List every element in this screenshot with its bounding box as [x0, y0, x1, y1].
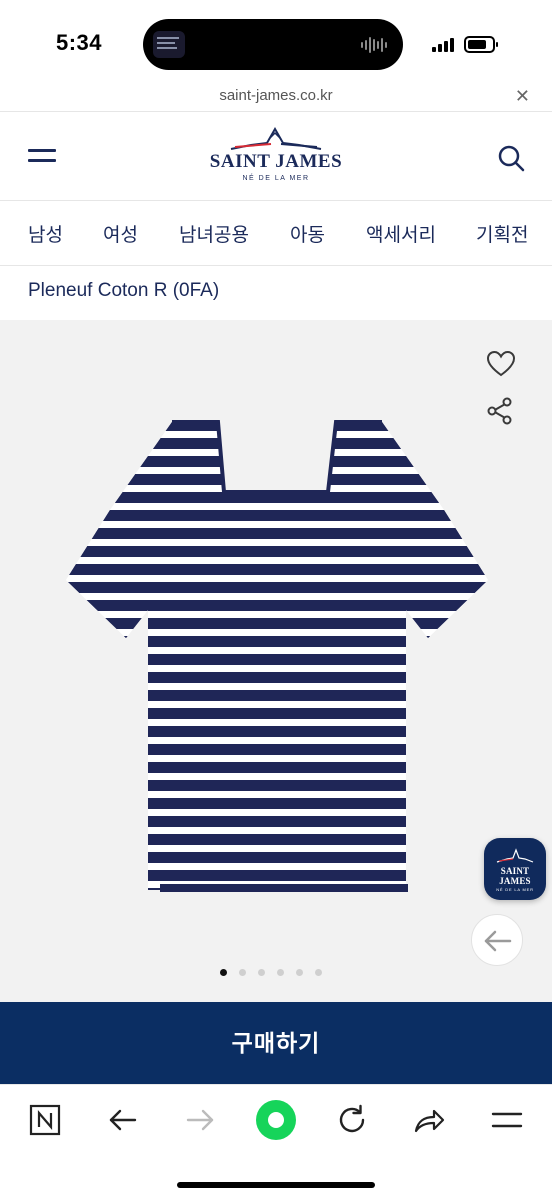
close-icon[interactable]: ✕ — [515, 86, 530, 107]
logo-mountain-icon — [496, 848, 534, 863]
browser-url-bar[interactable]: saint-james.co.kr ✕ — [0, 84, 552, 112]
site-header: SAINT JAMES NÉ DE LA MER — [0, 113, 552, 201]
product-title: Pleneuf Coton R (0FA) — [28, 280, 220, 301]
category-exhibitions[interactable]: 기획전 — [476, 220, 528, 247]
home-indicator[interactable] — [177, 1182, 375, 1188]
category-unisex[interactable]: 남녀공용 — [179, 220, 249, 247]
dynamic-island — [143, 19, 403, 70]
floating-back-button[interactable] — [471, 914, 523, 966]
status-time: 5:34 — [56, 30, 103, 55]
buy-button[interactable]: 구매하기 — [0, 1002, 552, 1084]
hamburger-menu-icon[interactable] — [28, 147, 56, 165]
arrow-left-icon — [484, 930, 512, 952]
gallery-dot[interactable] — [296, 969, 303, 976]
now-playing-thumbnail-icon — [153, 31, 185, 58]
saint-james-logo[interactable]: SAINT JAMES NÉ DE LA MER — [206, 123, 346, 193]
floating-logo-tagline: NÉ DE LA MER — [496, 887, 534, 892]
gallery-dot[interactable] — [277, 969, 284, 976]
gallery-dot[interactable] — [258, 969, 265, 976]
battery-icon — [464, 36, 498, 53]
category-kids[interactable]: 아동 — [290, 220, 325, 247]
share-arrow-icon[interactable] — [412, 1103, 446, 1137]
naver-n-icon[interactable] — [28, 1103, 62, 1137]
category-women[interactable]: 여성 — [103, 220, 138, 247]
category-men[interactable]: 남성 — [28, 220, 63, 247]
striped-tshirt-image — [66, 420, 488, 892]
floating-brand-button[interactable]: SAINT JAMES NÉ DE LA MER — [484, 838, 546, 900]
floating-logo-name: SAINT JAMES — [499, 866, 531, 886]
status-bar: 5:34 — [0, 0, 552, 84]
heart-icon[interactable] — [486, 350, 516, 378]
gallery-dot[interactable] — [315, 969, 322, 976]
logo-name: SAINT JAMES — [209, 151, 343, 172]
search-icon[interactable] — [496, 143, 526, 173]
gallery-dot[interactable] — [220, 969, 227, 976]
menu-icon[interactable] — [490, 1103, 524, 1137]
gallery-dot[interactable] — [239, 969, 246, 976]
cellular-signal-icon — [432, 38, 454, 52]
green-record-icon[interactable] — [255, 1099, 297, 1141]
url-text[interactable]: saint-james.co.kr — [0, 87, 552, 104]
logo-mountain-icon — [230, 126, 322, 150]
gallery-pagination — [220, 969, 322, 976]
logo-tagline: NÉ DE LA MER — [242, 175, 310, 182]
audio-waveform-icon — [361, 36, 387, 54]
reload-icon[interactable] — [335, 1103, 369, 1137]
category-accessories[interactable]: 액세서리 — [366, 220, 436, 247]
forward-arrow-icon[interactable] — [183, 1103, 217, 1137]
back-arrow-icon[interactable] — [106, 1103, 140, 1137]
category-nav: 남성 여성 남녀공용 아동 액세서리 기획전 — [0, 202, 552, 266]
